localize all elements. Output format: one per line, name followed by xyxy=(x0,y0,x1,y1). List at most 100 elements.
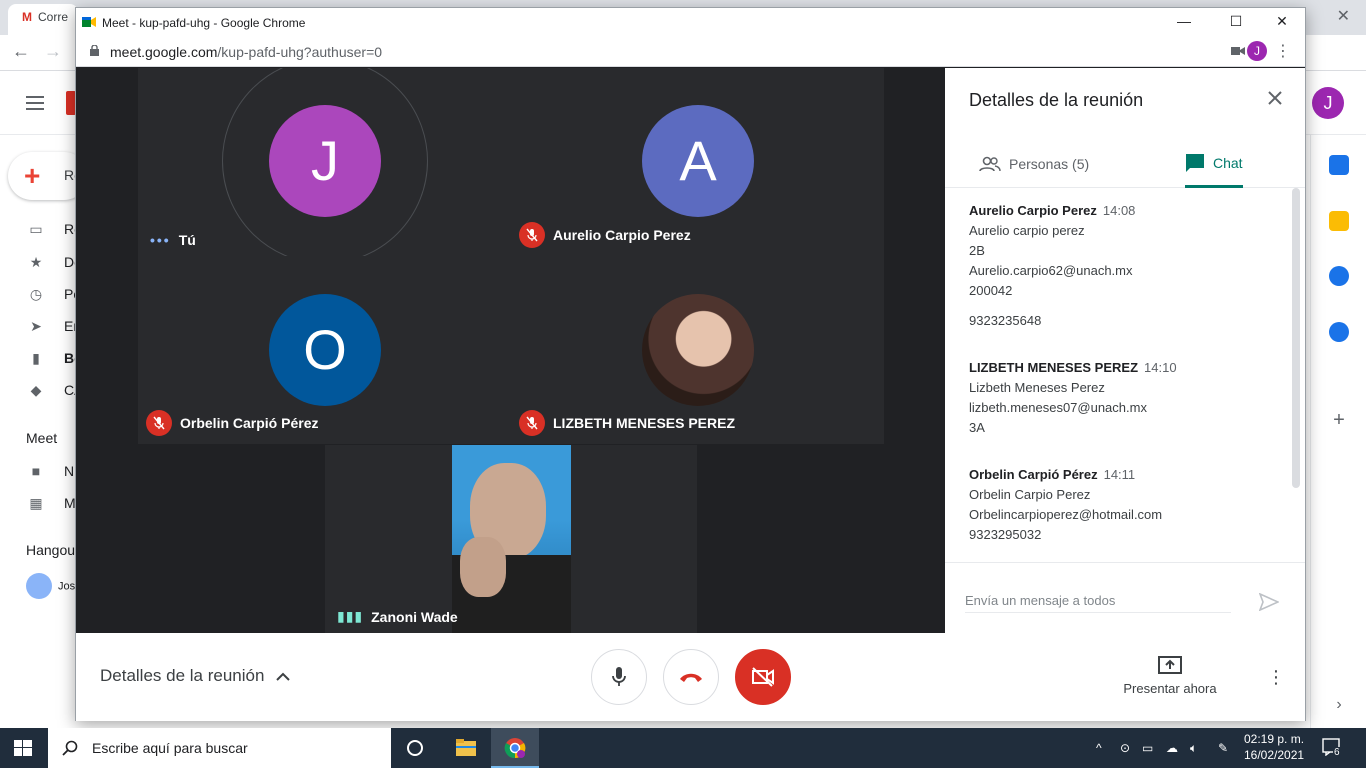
present-screen-icon xyxy=(1158,656,1182,674)
menu-icon[interactable] xyxy=(26,96,44,110)
chevron-up-tray-icon[interactable]: ^ xyxy=(1096,741,1102,755)
chrome-taskbar-button[interactable] xyxy=(491,728,539,768)
minimize-button[interactable]: — xyxy=(1174,13,1194,29)
participant-tile-lizbeth[interactable]: LIZBETH MENESES PEREZ xyxy=(511,256,884,444)
hang-up-button[interactable] xyxy=(663,649,719,705)
message-sender: LIZBETH MENESES PEREZ xyxy=(969,360,1139,375)
close-icon[interactable]: ✕ xyxy=(1337,6,1350,26)
taskbar-search-box[interactable]: Escribe aquí para buscar xyxy=(48,728,391,768)
video-hand-shape xyxy=(460,537,506,597)
participant-tile-zanoni[interactable]: ▮▮▮ Zanoni Wade xyxy=(325,445,697,633)
contacts-app-icon[interactable] xyxy=(1329,322,1349,342)
participant-name: Tú xyxy=(178,232,196,248)
clock-icon: ◷ xyxy=(29,286,43,302)
tab-people[interactable]: Personas (5) xyxy=(979,140,1109,188)
chat-message: Orbelin Carpió Pérez 14:11 Orbelin Carpio… xyxy=(969,465,1269,545)
forward-arrow-icon[interactable]: → xyxy=(44,41,62,62)
calendar-app-icon[interactable] xyxy=(1329,155,1349,175)
message-time: 14:10 xyxy=(1144,360,1177,375)
nav-item-starred[interactable]: ★ De xyxy=(26,254,82,271)
url-host: meet.google.com xyxy=(110,44,218,60)
message-sender: Aurelio Carpio Perez xyxy=(969,203,1097,218)
windows-taskbar: Escribe aquí para buscar ^ ⊙ ▭ ☁ 🔈︎ ✎ 02… xyxy=(0,728,1366,768)
url-text[interactable]: meet.google.com/kup-pafd-uhg?authuser=0 xyxy=(110,44,382,60)
tab-chat-label: Chat xyxy=(1213,154,1243,171)
message-line: 9323295032 xyxy=(969,527,1042,542)
background-gmail-tab[interactable]: M Corre xyxy=(8,4,78,35)
calendar-icon: ▦ xyxy=(29,495,43,511)
windows-start-icon[interactable] xyxy=(14,740,32,756)
taskbar-clock[interactable]: 02:19 p. m. 16/02/2021 xyxy=(1244,731,1304,763)
message-line: 200042 xyxy=(969,283,1013,298)
nav-item-sent[interactable]: ➤ En xyxy=(26,318,81,335)
message-time: 14:11 xyxy=(1103,467,1136,482)
browser-menu-icon[interactable]: ⋮ xyxy=(1275,41,1291,61)
lock-icon xyxy=(90,45,99,56)
background-tab-label: Corre xyxy=(38,10,69,24)
tab-people-label: Personas (5) xyxy=(1009,156,1090,172)
microphone-icon xyxy=(612,667,626,686)
chevron-right-icon[interactable]: › xyxy=(1329,695,1349,715)
message-time: 14:08 xyxy=(1102,203,1136,218)
tab-chat[interactable]: Chat xyxy=(1185,140,1243,188)
participant-name-tag: Orbelin Carpió Pérez xyxy=(146,410,318,436)
hangouts-section-title: Hangou xyxy=(26,542,76,558)
meeting-details-panel: Detalles de la reunión Personas (5) Chat… xyxy=(945,68,1305,633)
meet-my-meetings[interactable]: ▦ M xyxy=(26,495,76,512)
microphone-button[interactable] xyxy=(591,649,647,705)
mic-off-icon xyxy=(146,410,172,436)
keep-app-icon[interactable] xyxy=(1329,211,1349,231)
chrome-icon xyxy=(504,738,526,759)
audio-level-icon: ▮▮▮ xyxy=(337,608,364,624)
address-bar[interactable]: meet.google.com/kup-pafd-uhg?authuser=0 … xyxy=(76,37,1305,67)
volume-icon[interactable]: 🔈︎ xyxy=(1190,741,1197,756)
message-line: 3A xyxy=(969,420,985,435)
participant-name: Orbelin Carpió Pérez xyxy=(180,415,319,431)
camera-off-button[interactable] xyxy=(735,649,791,705)
file-explorer-icon[interactable] xyxy=(455,738,477,758)
task-view-icon[interactable] xyxy=(404,738,426,758)
profile-avatar[interactable]: J xyxy=(1247,41,1267,61)
chat-scrollbar[interactable] xyxy=(1292,188,1300,488)
participant-tile-you[interactable]: J ••• Tú xyxy=(138,68,511,256)
nav-label: M xyxy=(64,495,76,511)
meet-tray-icon[interactable]: ⊙ xyxy=(1120,741,1130,755)
chat-icon xyxy=(1186,153,1204,172)
participant-avatar: O xyxy=(269,294,381,406)
nav-item-inbox[interactable]: ▭ Re xyxy=(26,221,82,238)
network-icon[interactable]: ▭ xyxy=(1142,741,1153,755)
participant-tile-aurelio[interactable]: A Aurelio Carpio Perez xyxy=(511,68,884,256)
tasks-app-icon[interactable] xyxy=(1329,266,1349,286)
participant-avatar: J xyxy=(269,105,381,217)
send-icon: ➤ xyxy=(30,318,42,334)
nav-label: N xyxy=(64,463,75,479)
notifications-button[interactable]: 6 xyxy=(1322,738,1344,758)
meet-new-meeting[interactable]: ■ N xyxy=(26,463,74,479)
maximize-button[interactable]: ☐ xyxy=(1226,13,1246,30)
camera-off-icon xyxy=(752,667,774,687)
add-addon-icon[interactable]: + xyxy=(1329,410,1349,430)
close-panel-icon[interactable] xyxy=(1265,88,1285,108)
participant-name: LIZBETH MENESES PEREZ xyxy=(553,415,736,431)
video-icon: ■ xyxy=(31,463,41,479)
account-avatar[interactable]: J xyxy=(1312,87,1344,119)
participant-tile-orbelin[interactable]: O Orbelin Carpió Pérez xyxy=(138,256,511,444)
onedrive-cloud-icon[interactable]: ☁ xyxy=(1166,741,1178,755)
meeting-details-label: Detalles de la reunión xyxy=(100,666,265,685)
nav-item-snoozed[interactable]: ◷ Po xyxy=(26,286,81,303)
close-window-button[interactable]: ✕ xyxy=(1272,13,1292,30)
audio-indicator-icon: ••• xyxy=(150,232,171,248)
meeting-details-button[interactable]: Detalles de la reunión xyxy=(100,666,291,686)
more-options-icon[interactable]: ⋮ xyxy=(1266,667,1286,687)
url-path: /kup-pafd-uhg?authuser=0 xyxy=(217,44,383,60)
back-arrow-icon[interactable]: ← xyxy=(12,41,30,62)
present-now-button[interactable]: Presentar ahora xyxy=(1122,655,1218,696)
mic-off-icon xyxy=(519,410,545,436)
send-icon[interactable] xyxy=(1259,593,1279,611)
pen-icon[interactable]: ✎ xyxy=(1218,741,1228,755)
chat-message-input[interactable] xyxy=(965,589,1231,613)
camera-in-use-icon[interactable] xyxy=(1231,45,1245,57)
hangouts-contact[interactable]: Jos xyxy=(26,573,75,599)
participant-name-tag: LIZBETH MENESES PEREZ xyxy=(519,410,735,436)
panel-title: Detalles de la reunión xyxy=(969,90,1144,110)
